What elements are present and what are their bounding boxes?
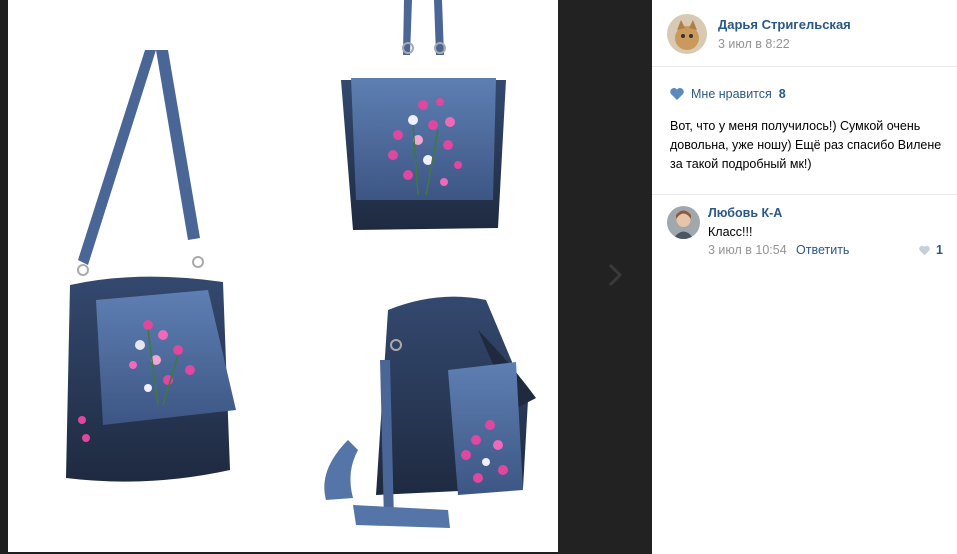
heart-icon xyxy=(670,88,684,100)
bag-left xyxy=(66,50,236,482)
divider xyxy=(652,194,957,195)
chevron-right-icon xyxy=(608,263,623,287)
reply-button[interactable]: Ответить xyxy=(796,243,849,257)
post-text: Вот, что у меня получилось!) Сумкой очен… xyxy=(670,119,942,171)
like-button[interactable]: Мне нравится 8 xyxy=(669,86,786,102)
author-name[interactable]: Дарья Стригельская xyxy=(718,17,851,32)
post-date[interactable]: 3 июл в 8:22 xyxy=(718,37,790,51)
heart-icon xyxy=(919,245,930,255)
comment-like-button[interactable]: 1 xyxy=(918,243,943,257)
bag-photo-illustration xyxy=(66,0,536,528)
next-photo-button[interactable] xyxy=(602,260,628,290)
comment-text: Класс!!! xyxy=(708,225,753,239)
like-label: Мне нравится xyxy=(691,87,772,101)
post-photo[interactable] xyxy=(8,0,558,552)
post-sidebar: Дарья Стригельская 3 июл в 8:22 Мне нрав… xyxy=(652,0,957,554)
commenter-avatar[interactable] xyxy=(667,206,700,239)
comment-like-count: 1 xyxy=(936,243,943,257)
post-author-block: Дарья Стригельская 3 июл в 8:22 xyxy=(652,0,957,67)
author-avatar[interactable] xyxy=(667,14,707,54)
photo-viewer xyxy=(0,0,652,554)
bag-bottom-right xyxy=(324,296,536,528)
like-count[interactable]: 8 xyxy=(779,87,786,101)
bag-top-right xyxy=(341,0,506,230)
comment-date[interactable]: 3 июл в 10:54 xyxy=(708,243,787,257)
commenter-name[interactable]: Любовь К-А xyxy=(708,206,782,220)
